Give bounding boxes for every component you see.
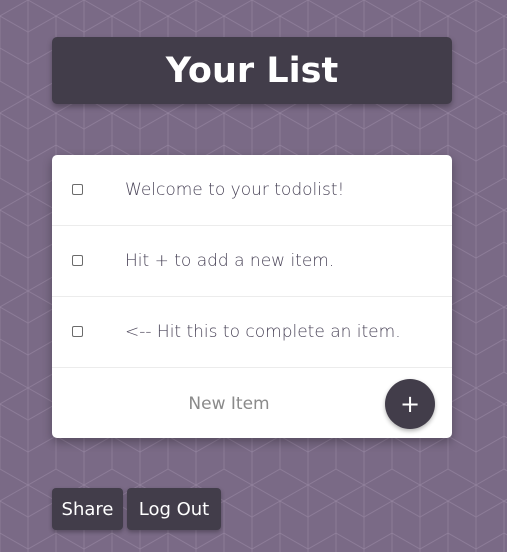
todo-item-label: Hit + to add a new item. [125,251,335,271]
todo-item-checkbox[interactable] [72,255,83,266]
share-button[interactable]: Share [52,488,123,530]
todo-item: Welcome to your todolist! [52,155,452,226]
add-item-button[interactable]: + [385,379,435,429]
todo-item-label: Welcome to your todolist! [125,180,345,200]
todo-item-label: <-- Hit this to complete an item. [125,322,401,342]
logout-button[interactable]: Log Out [127,488,221,530]
new-item-input[interactable] [112,385,346,423]
title-banner: Your List [52,37,452,104]
todo-item: <-- Hit this to complete an item. [52,297,452,368]
todo-list-card: Welcome to your todolist! Hit + to add a… [52,155,452,438]
page-title: Your List [165,50,339,91]
todo-item: Hit + to add a new item. [52,226,452,297]
todo-item-checkbox[interactable] [72,326,83,337]
todo-item-checkbox[interactable] [72,184,83,195]
